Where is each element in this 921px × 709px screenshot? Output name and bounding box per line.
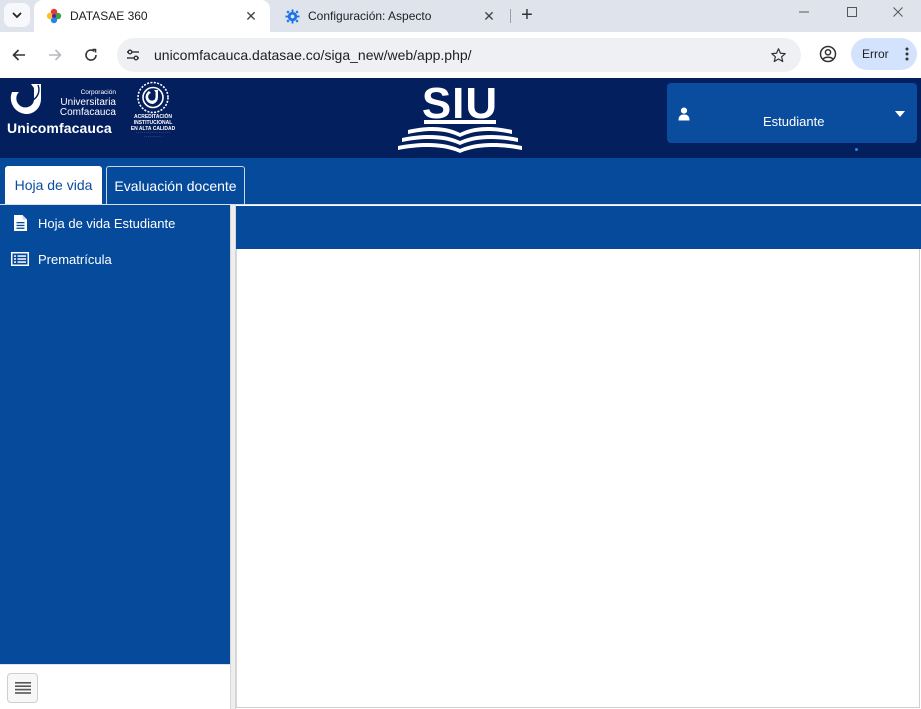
sidebar-item-prematricula[interactable]: Prematrícula xyxy=(0,243,230,275)
sidebar: Hoja de vida Estudiante Prematrícula xyxy=(0,205,230,664)
profile-icon xyxy=(819,45,837,63)
error-label: Error xyxy=(862,47,889,61)
tab-hoja-de-vida[interactable]: Hoja de vida xyxy=(5,166,102,204)
user-role-label: Estudiante xyxy=(763,114,825,129)
close-tab-icon[interactable]: ✕ xyxy=(242,7,260,25)
browser-tab-configuracion[interactable]: Configuración: Aspecto ✕ xyxy=(272,0,508,32)
arrow-right-icon xyxy=(49,49,62,61)
browser-tabstrip: DATASAE 360 ✕ Configuración: Aspecto ✕ + xyxy=(0,0,921,32)
sidebar-footer xyxy=(0,664,230,709)
content-header-bar xyxy=(236,206,921,249)
url-text: unicomfacauca.datasae.co/siga_new/web/ap… xyxy=(154,47,472,63)
reload-button[interactable] xyxy=(77,41,105,69)
sidebar-item-hoja-de-vida-estudiante[interactable]: Hoja de vida Estudiante xyxy=(0,207,230,239)
close-icon xyxy=(893,7,903,17)
maximize-icon xyxy=(847,7,857,17)
datasae-favicon-icon xyxy=(46,8,62,24)
logo-name-text: Unicomfacauca xyxy=(7,120,112,136)
reload-icon xyxy=(85,48,97,61)
close-window-button[interactable] xyxy=(875,0,921,24)
main-nav-tabs: Hoja de vida Evaluación docente xyxy=(0,158,921,205)
chevron-down-icon xyxy=(12,12,22,19)
browser-toolbar: unicomfacauca.datasae.co/siga_new/web/ap… xyxy=(0,32,921,78)
siu-brand-logo: SIU xyxy=(398,80,522,153)
minimize-button[interactable] xyxy=(781,0,827,24)
tab-evaluacion-docente[interactable]: Evaluación docente xyxy=(106,166,245,204)
close-tab-icon[interactable]: ✕ xyxy=(480,7,498,25)
site-settings-icon[interactable] xyxy=(123,45,143,65)
user-menu[interactable]: Estudiante xyxy=(667,83,917,143)
new-tab-button[interactable]: + xyxy=(516,4,538,26)
profile-button[interactable] xyxy=(815,41,841,67)
decorative-dot xyxy=(855,148,858,151)
tab-separator xyxy=(510,9,511,23)
tab-title: Configuración: Aspecto xyxy=(308,9,432,23)
arrow-left-icon xyxy=(12,49,25,61)
gear-icon xyxy=(284,8,300,24)
sidebar-item-label: Prematrícula xyxy=(38,251,112,267)
forward-button[interactable] xyxy=(41,41,69,69)
caret-down-icon xyxy=(895,111,905,117)
content-area xyxy=(236,249,920,708)
sidebar-toggle-button[interactable] xyxy=(7,673,38,703)
minimize-icon xyxy=(799,11,809,13)
sidebar-item-label: Hoja de vida Estudiante xyxy=(38,215,176,231)
user-icon xyxy=(678,107,690,121)
bookmark-star-icon[interactable] xyxy=(767,44,789,66)
hamburger-icon xyxy=(14,682,31,694)
error-menu-button[interactable]: Error xyxy=(851,38,917,70)
tab-search-button[interactable] xyxy=(4,3,30,27)
browser-tab-datasae[interactable]: DATASAE 360 ✕ xyxy=(34,0,270,32)
address-bar[interactable]: unicomfacauca.datasae.co/siga_new/web/ap… xyxy=(117,38,801,72)
tab-title: DATASAE 360 xyxy=(70,9,148,23)
document-icon xyxy=(11,214,29,232)
logo-corporacion-text: Corporación xyxy=(80,89,116,96)
maximize-button[interactable] xyxy=(829,0,875,24)
back-button[interactable] xyxy=(5,41,33,69)
list-icon xyxy=(11,250,29,268)
logo-comfacauca-text: Comfacauca xyxy=(59,107,116,118)
more-vertical-icon xyxy=(905,47,909,61)
accreditation-seal-icon xyxy=(137,81,169,114)
accreditation-text: ACREDITACIÓN INSTITUCIONAL EN ALTA CALID… xyxy=(130,114,176,139)
